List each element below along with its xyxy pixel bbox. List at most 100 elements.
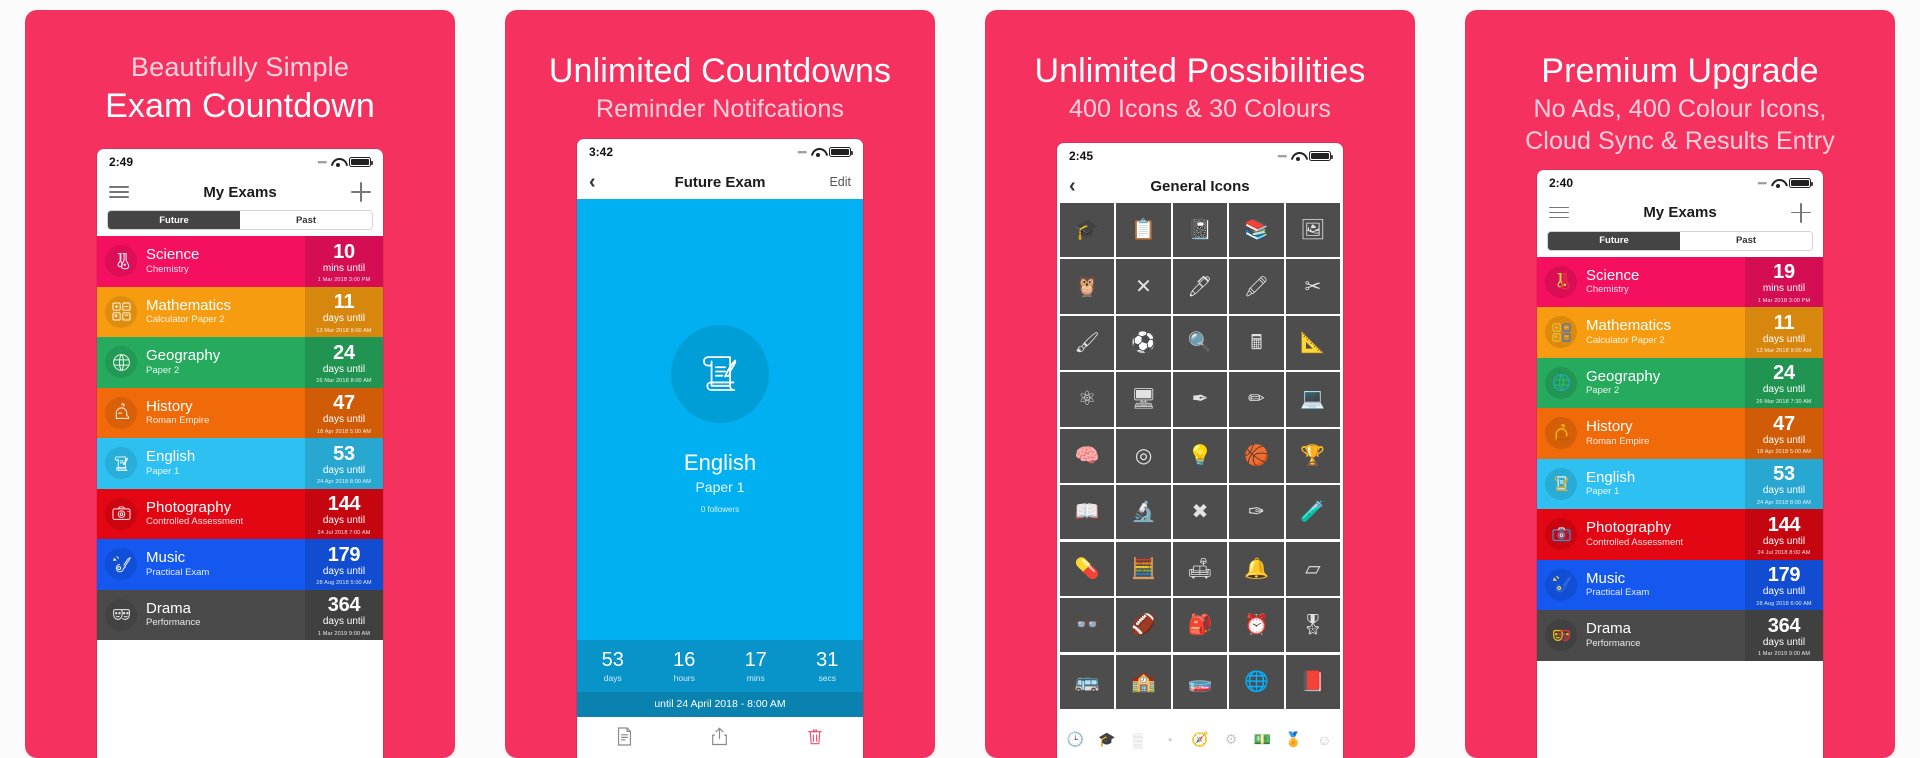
basketball-icon[interactable]: 🏀: [1229, 428, 1284, 483]
back-icon[interactable]: ‹: [1069, 176, 1076, 196]
lightbulb-icon[interactable]: 💡: [1172, 428, 1228, 483]
crossed-pens-icon[interactable]: ✒: [1172, 372, 1228, 427]
scroll-pen-icon: [105, 447, 137, 480]
graduation-cap-icon[interactable]: 🎓: [1060, 203, 1115, 258]
crossed-pencils-icon[interactable]: ✏: [1229, 372, 1284, 427]
edit-button[interactable]: Edit: [829, 175, 851, 189]
exam-row[interactable]: Photography Controlled Assessment 144 days …: [97, 488, 383, 540]
exam-title: Drama: [1586, 620, 1632, 638]
exam-date: 24 Apr 2018 8:00 AM: [316, 479, 372, 486]
globe-icon[interactable]: 🌐: [1229, 654, 1284, 709]
trophy-icon[interactable]: 🏆: [1285, 428, 1340, 483]
exam-row[interactable]: Geography Paper 2 24 days until 26 Mar 2018 …: [1537, 357, 1823, 408]
flask-icon[interactable]: 🧫: [1172, 654, 1228, 709]
marker-pen-icon[interactable]: 🖍: [1229, 259, 1284, 314]
tab-past-1[interactable]: Past: [240, 211, 372, 230]
test-tubes-icon[interactable]: 🧪: [1285, 485, 1340, 540]
compass-icon[interactable]: 🧭: [1185, 731, 1214, 748]
pencil-cup-icon[interactable]: 🖊: [1172, 259, 1228, 314]
notes-icon[interactable]: [577, 726, 672, 746]
books-row-icon[interactable]: 📕: [1285, 654, 1340, 709]
magnifier-idea-icon[interactable]: 🔍: [1172, 315, 1228, 371]
exam-row[interactable]: English Paper 1 53 days until 24 Apr 2018 8:…: [1537, 458, 1823, 509]
menu-icon[interactable]: [109, 186, 129, 198]
exam-row[interactable]: Photography Controlled Assessment 144 days …: [1537, 509, 1823, 560]
exam-row[interactable]: History Roman Empire 47 days until 18 Apr 20…: [1537, 408, 1823, 459]
pill-capsule-icon[interactable]: 💊: [1060, 541, 1115, 596]
abc-laptop-icon[interactable]: 💻: [1285, 372, 1340, 427]
trash-icon[interactable]: [768, 726, 863, 746]
eraser-icon[interactable]: ▱: [1285, 541, 1340, 596]
exam-row[interactable]: Drama Performance 364 days until 1 Mar 2019 …: [1537, 610, 1823, 661]
microscope-icon[interactable]: 🔬: [1116, 485, 1171, 540]
exam-row[interactable]: History Roman Empire 47 days until 18 Apr 20…: [97, 387, 383, 439]
glasses-icon[interactable]: 👓: [1060, 598, 1115, 653]
clock-icon[interactable]: 🕒: [1061, 731, 1090, 748]
tab-past-4[interactable]: Past: [1680, 231, 1812, 250]
chalkboard-icon[interactable]: 🖼: [1285, 203, 1340, 258]
detail-toolbar[interactable]: [577, 717, 863, 758]
tab-future-1[interactable]: Future: [108, 211, 240, 230]
headline-block-4: Premium Upgrade No Ads, 400 Colour Icons…: [1465, 10, 1895, 158]
exam-row[interactable]: Geography Paper 2 24 days until 26 Mar 2018 …: [97, 337, 383, 388]
school-bus-icon[interactable]: 🚌: [1060, 654, 1115, 709]
bell-icon[interactable]: 🔔: [1229, 541, 1284, 596]
money-icon[interactable]: 💵: [1248, 731, 1277, 748]
segmented-control-4[interactable]: Future Past: [1547, 230, 1813, 251]
petri-dish-icon[interactable]: ◎: [1116, 428, 1171, 483]
notebook-icon[interactable]: 📓: [1172, 203, 1228, 258]
backpack-icon[interactable]: 🎒: [1172, 598, 1228, 653]
pencil-pen-cross-icon[interactable]: ✑: [1229, 485, 1284, 540]
calculator-icon[interactable]: 🖩: [1229, 315, 1284, 371]
exam-subtitle: Roman Empire: [1586, 435, 1650, 447]
clipboard-checklist-icon[interactable]: 📋: [1116, 203, 1171, 258]
ruler-compass-icon[interactable]: 📐: [1285, 315, 1340, 371]
exam-row[interactable]: Mathematics Calculator Paper 2 11 days unti…: [1537, 307, 1823, 358]
brain-head-icon[interactable]: 🧠: [1060, 428, 1115, 483]
menu-icon[interactable]: [1549, 206, 1569, 219]
qr-blocks-icon[interactable]: ▒: [1123, 731, 1152, 748]
school-building-icon[interactable]: 🏫: [1116, 654, 1171, 709]
add-exam-button[interactable]: [351, 182, 371, 203]
atom-icon[interactable]: ⚛: [1060, 372, 1115, 427]
icon-category-tabbar[interactable]: 🕒 🎓 ▒ ◔ 🧭 ⚙ 💵 🏅 ☺: [1057, 725, 1343, 758]
crossed-rulers-icon[interactable]: ✖: [1172, 485, 1228, 540]
owl-icon[interactable]: 🦉: [1060, 259, 1115, 314]
phone-mockup-2: 3:42 •••• ‹ Future Exam Edit English Pap…: [577, 139, 863, 758]
abacus-icon[interactable]: 🧮: [1116, 541, 1171, 596]
nav-bar-1: My Exams: [97, 175, 383, 210]
abc-computer-icon[interactable]: 🖥: [1116, 372, 1171, 427]
exam-row[interactable]: Drama Performance 364 days until 1 Mar 2019 …: [97, 589, 383, 641]
lab-bench-icon[interactable]: 🛋: [1172, 541, 1228, 596]
exam-list-1[interactable]: Science Chemistry 10 mins until 1 Mar 2018 3…: [97, 236, 383, 758]
exam-title: Mathematics: [146, 296, 232, 314]
alarm-clock-icon[interactable]: ⏰: [1229, 598, 1284, 653]
glue-scissors-icon[interactable]: ✂: [1285, 259, 1340, 314]
open-book-icon[interactable]: 📖: [1060, 485, 1115, 540]
countdown-value: 11: [333, 291, 355, 314]
football-soccer-icon[interactable]: ⚽: [1116, 315, 1171, 371]
exam-row[interactable]: Mathematics Calculator Paper 2 11 days unti…: [97, 286, 383, 338]
american-football-icon[interactable]: 🏈: [1116, 598, 1171, 653]
exam-list-4[interactable]: Science Chemistry 19 mins until 1 Mar 2018 3…: [1537, 256, 1823, 758]
back-icon[interactable]: ‹: [589, 172, 596, 192]
graduation-cap-icon[interactable]: 🎓: [1092, 731, 1121, 748]
exam-row[interactable]: Music Practical Exam 179 days until 28 Aug 2…: [97, 539, 383, 590]
award-rosette-icon[interactable]: 🎖: [1285, 598, 1340, 653]
atom-gear-icon[interactable]: ⚙: [1217, 731, 1246, 748]
segmented-control-1[interactable]: Future Past: [107, 210, 373, 231]
exam-row[interactable]: Music Practical Exam 179 days until 28 Aug 2…: [1537, 559, 1823, 610]
add-exam-button[interactable]: [1791, 202, 1811, 223]
medal-icon[interactable]: 🏅: [1279, 731, 1308, 748]
exam-row[interactable]: Science Chemistry 10 mins until 1 Mar 2018 3…: [97, 236, 383, 287]
paintbrush-icon[interactable]: 🖌: [1060, 315, 1115, 371]
pie-globe-icon[interactable]: ◔: [1154, 731, 1183, 748]
exam-row[interactable]: Science Chemistry 19 mins until 1 Mar 2018 3…: [1537, 256, 1823, 307]
tab-future-4[interactable]: Future: [1548, 231, 1680, 250]
icon-picker-grid[interactable]: 🎓 📋 📓 📚 🖼 🦉 ✕ 🖊 🖍 ✂ 🖌 ⚽ 🔍 🖩 📐 ⚛ 🖥 ✒ ✏ 💻 🧠 ◎ 💡 🏀 🏆 📖 🔬 ✖ ✑ 🧪 💊 🧮 🛋 🔔 ▱ 👓 🏈 🎒 ⏰ 🎖…: [1057, 203, 1343, 725]
xy-chart-board-icon[interactable]: ✕: [1116, 259, 1171, 314]
share-icon[interactable]: [672, 726, 767, 746]
books-stack-icon[interactable]: 📚: [1229, 203, 1284, 258]
smile-icon[interactable]: ☺: [1310, 731, 1339, 748]
exam-row[interactable]: English Paper 1 53 days until 24 Apr 2018 8:…: [97, 438, 383, 489]
